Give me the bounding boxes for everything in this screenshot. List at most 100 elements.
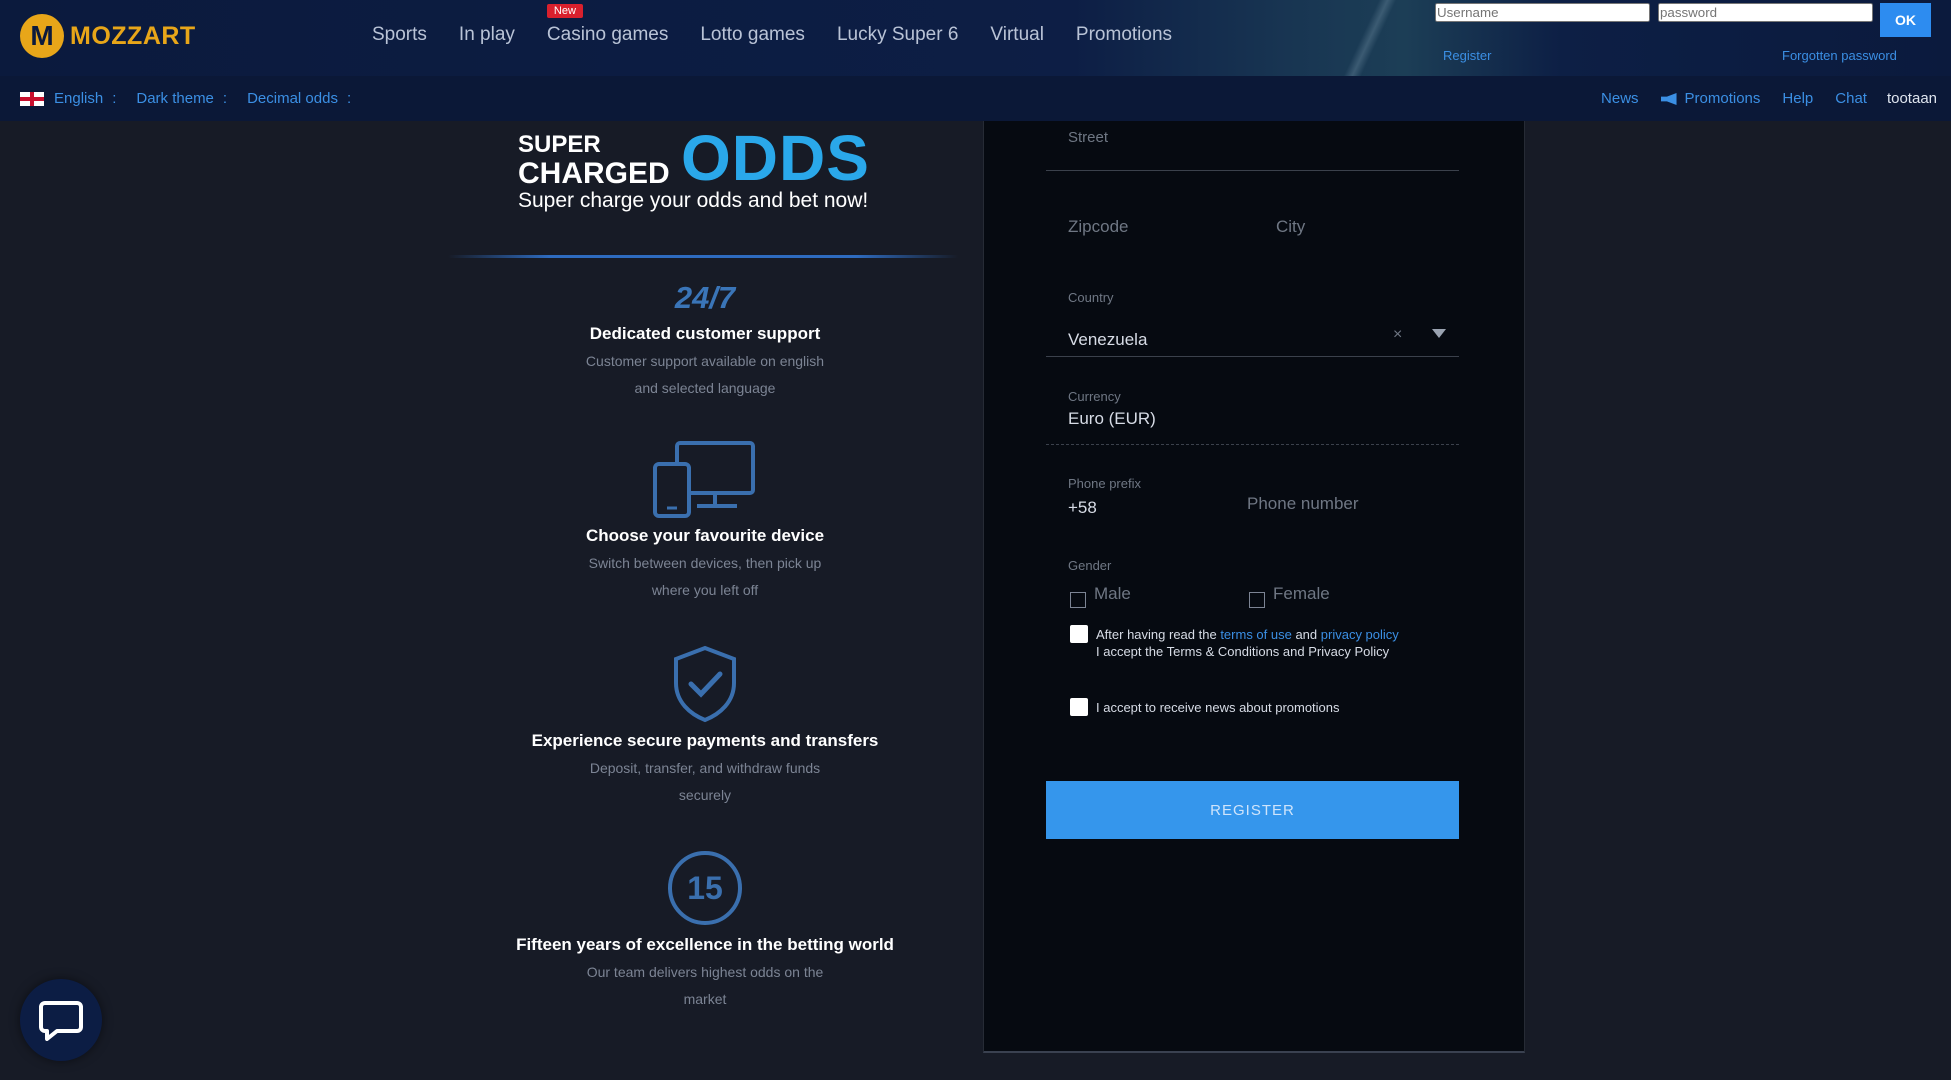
theme-selector[interactable]: Dark theme [136, 90, 214, 107]
feature-description-line: where you left off [651, 582, 759, 598]
section-divider [448, 255, 958, 258]
currency-underline [1046, 444, 1459, 445]
newsletter-label: I accept to receive news about promotion… [1096, 700, 1340, 715]
currency-field: Euro (EUR) [1068, 409, 1156, 428]
promotions-link-label: Promotions [1684, 90, 1761, 107]
nav-promotions[interactable]: Promotions [1076, 24, 1172, 46]
terms-line-2: I accept the Terms & Conditions and Priv… [1096, 644, 1390, 659]
nav-casino-games-label: Casino games [546, 24, 669, 45]
feature-support: 24/7 Dedicated customer support Customer… [445, 280, 965, 402]
feature-title: Experience secure payments and transfers [531, 731, 879, 750]
feature-description-line: Deposit, transfer, and withdraw funds [589, 760, 821, 776]
gender-male-checkbox[interactable] [1070, 592, 1086, 608]
nav-in-play[interactable]: In play [459, 24, 515, 46]
feature-description-line: Switch between devices, then pick up [588, 555, 822, 571]
megaphone-icon [1660, 93, 1677, 106]
promo-tagline: Super charge your odds and bet now! [518, 189, 869, 212]
currency-label: Currency [1068, 389, 1121, 404]
phone-prefix-select[interactable]: +58 [1068, 498, 1097, 518]
new-badge: New [546, 4, 583, 18]
feature-secure-payments: Experience secure payments and transfers… [445, 645, 965, 809]
feature-description: Our team delivers highest odds on the ma… [445, 959, 965, 1013]
chat-widget-button[interactable] [20, 979, 102, 1061]
main-nav: Sports In play New Casino games Lotto ga… [372, 4, 1204, 46]
phone-prefix-label: Phone prefix [1068, 476, 1141, 491]
country-select[interactable]: Venezuela [1068, 330, 1147, 350]
newsletter-checkbox[interactable] [1070, 698, 1088, 716]
clock-247-icon: 24/7 [674, 280, 736, 315]
gender-label: Gender [1068, 558, 1112, 573]
sub-header: English : Dark theme : Decimal odds : Ne… [0, 76, 1951, 121]
feature-description-line: and selected language [634, 380, 776, 396]
gender-female-label: Female [1273, 584, 1330, 603]
terms-prefix: After having read the [1096, 627, 1221, 642]
forgotten-password-link[interactable]: Forgotten password [1782, 48, 1897, 63]
feature-title: Fifteen years of excellence in the betti… [516, 935, 894, 954]
terms-line-1: After having read the terms of use and p… [1096, 626, 1476, 643]
chat-link[interactable]: Chat [1835, 90, 1867, 107]
logo-text: MOZZART [70, 21, 196, 50]
nav-lucky-super-6[interactable]: Lucky Super 6 [837, 24, 958, 46]
mozzart-logo[interactable]: M MOZZART [20, 14, 196, 58]
country-label: Country [1068, 290, 1114, 305]
utility-links: News Promotions Help Chat tootaan [1579, 90, 1937, 107]
nav-virtual[interactable]: Virtual [990, 24, 1044, 46]
feature-description-line: securely [678, 787, 732, 803]
feature-fifteen-years: 15 Fifteen years of excellence in the be… [445, 849, 965, 1013]
privacy-policy-link[interactable]: privacy policy [1321, 627, 1399, 642]
feature-description-line: Our team delivers highest odds on the [586, 964, 824, 980]
separator: : [222, 90, 228, 107]
register-link[interactable]: Register [1443, 48, 1491, 63]
feature-description-line: market [683, 991, 727, 1007]
help-link[interactable]: Help [1782, 90, 1813, 107]
feature-description-line: Customer support available on english [585, 353, 825, 369]
top-header: M MOZZART Sports In play New Casino game… [0, 0, 1951, 76]
chat-bubble-icon [39, 1001, 83, 1041]
terms-text: After having read the terms of use and p… [1096, 626, 1476, 660]
devices-icon [653, 441, 755, 518]
phone-number-input[interactable]: Phone number [1247, 494, 1359, 514]
clear-icon[interactable]: × [1393, 326, 1402, 344]
language-selector[interactable]: English [54, 90, 103, 107]
fifteen-years-icon: 15 [668, 851, 742, 925]
feature-description: Customer support available on english an… [445, 348, 965, 402]
feature-description: Deposit, transfer, and withdraw funds se… [445, 755, 965, 809]
news-link[interactable]: News [1601, 90, 1639, 107]
register-button[interactable]: REGISTER [1046, 781, 1459, 839]
chevron-down-icon[interactable] [1432, 329, 1446, 338]
feature-description: Switch between devices, then pick up whe… [445, 550, 965, 604]
promo-odds: ODDS [681, 122, 870, 194]
preferences-bar: English : Dark theme : Decimal odds : [20, 90, 371, 107]
feature-title: Dedicated customer support [589, 324, 821, 343]
nav-casino-games[interactable]: New Casino games [546, 4, 669, 46]
fifteen-years-number: 15 [687, 870, 723, 906]
country-underline [1046, 356, 1459, 357]
user-name: tootaan [1886, 90, 1937, 107]
uk-flag-icon [20, 91, 44, 106]
odds-format-selector[interactable]: Decimal odds [247, 90, 338, 107]
street-underline [1046, 170, 1459, 171]
username-input[interactable] [1435, 3, 1650, 22]
promotions-link[interactable]: Promotions [1660, 90, 1761, 107]
promo-super: SUPER [518, 131, 601, 158]
city-input[interactable]: City [1276, 217, 1305, 237]
zipcode-input[interactable]: Zipcode [1068, 217, 1128, 237]
street-input[interactable]: Street [1068, 129, 1108, 146]
logo-badge-icon: M [20, 14, 64, 58]
separator: : [346, 90, 352, 107]
terms-checkbox[interactable] [1070, 625, 1088, 643]
promo-charged: CHARGED [518, 157, 670, 190]
gender-male-label: Male [1094, 584, 1131, 603]
nav-lotto-games[interactable]: Lotto games [700, 24, 805, 46]
terms-and: and [1291, 627, 1321, 642]
nav-sports[interactable]: Sports [372, 24, 427, 46]
feature-title: Choose your favourite device [585, 526, 825, 545]
gender-female-checkbox[interactable] [1249, 592, 1265, 608]
registration-form-panel [983, 121, 1525, 1053]
separator: : [112, 90, 117, 107]
header-decoration [1300, 0, 1440, 76]
feature-devices: Choose your favourite device Switch betw… [445, 440, 965, 604]
terms-of-use-link[interactable]: terms of use [1220, 627, 1292, 642]
login-ok-button[interactable]: OK [1880, 3, 1931, 37]
password-input[interactable] [1658, 3, 1873, 22]
